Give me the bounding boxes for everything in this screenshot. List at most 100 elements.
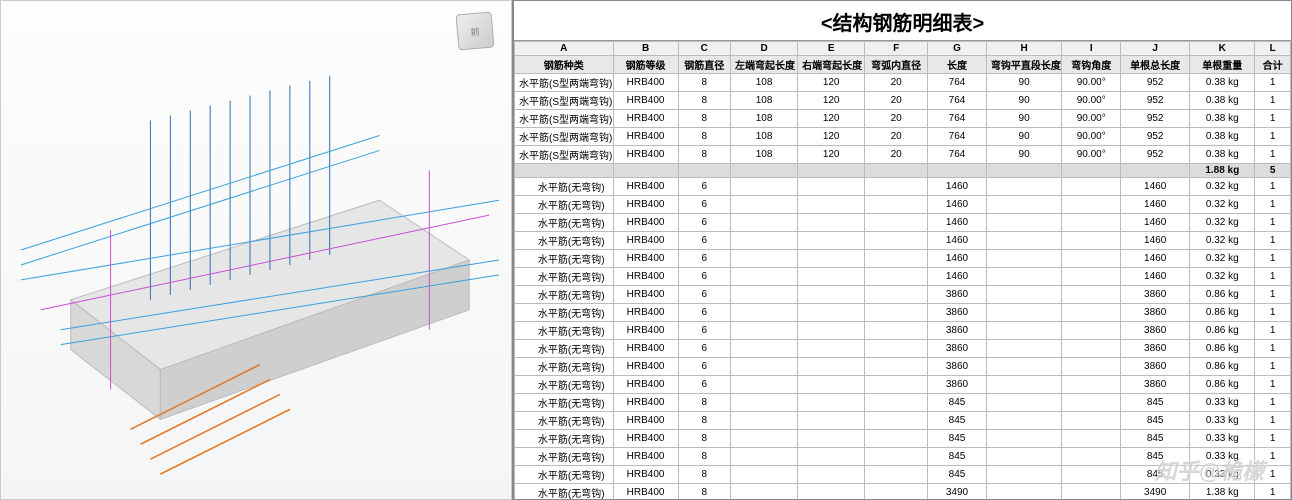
cell-k[interactable]: 0.86 kg [1190, 358, 1255, 376]
cell-h[interactable] [986, 304, 1062, 322]
table-row[interactable]: 水平筋(无弯钩)HRB40088458450.33 kg1 [515, 466, 1291, 484]
cell-k[interactable]: 0.32 kg [1190, 232, 1255, 250]
cell-a[interactable]: 水平筋(无弯钩) [515, 448, 614, 466]
cell-l[interactable]: 1 [1255, 304, 1291, 322]
cell-i[interactable] [1062, 466, 1121, 484]
cell-h[interactable] [986, 250, 1062, 268]
cell-f[interactable] [865, 232, 928, 250]
cell-c[interactable]: 8 [678, 466, 730, 484]
cell-d[interactable] [731, 178, 798, 196]
cell-b[interactable]: HRB400 [613, 376, 678, 394]
col-header[interactable]: 钢筋等级 [613, 56, 678, 74]
cell-l[interactable]: 1 [1255, 466, 1291, 484]
cell-h[interactable] [986, 196, 1062, 214]
cell-b[interactable]: HRB400 [613, 178, 678, 196]
cell-e[interactable] [798, 196, 865, 214]
cell-i[interactable] [1062, 164, 1121, 178]
cell-c[interactable]: 8 [678, 484, 730, 500]
col-letter[interactable]: B [613, 42, 678, 56]
cell-d[interactable]: 108 [731, 74, 798, 92]
cell-g[interactable]: 845 [928, 430, 987, 448]
cell-a[interactable]: 水平筋(S型两端弯钩) [515, 92, 614, 110]
cell-j[interactable]: 845 [1121, 448, 1190, 466]
cell-j[interactable]: 3490 [1121, 484, 1190, 500]
cell-i[interactable] [1062, 322, 1121, 340]
cell-b[interactable]: HRB400 [613, 196, 678, 214]
cell-b[interactable]: HRB400 [613, 110, 678, 128]
col-header[interactable]: 弯钩角度 [1062, 56, 1121, 74]
cell-c[interactable]: 8 [678, 110, 730, 128]
col-letter[interactable]: F [865, 42, 928, 56]
cell-d[interactable] [731, 322, 798, 340]
cell-g[interactable]: 764 [928, 146, 987, 164]
cell-l[interactable]: 1 [1255, 322, 1291, 340]
cell-j[interactable] [1121, 164, 1190, 178]
cell-e[interactable]: 120 [798, 146, 865, 164]
cell-a[interactable]: 水平筋(S型两端弯钩) [515, 110, 614, 128]
table-row[interactable]: 1.88 kg5 [515, 164, 1291, 178]
cell-g[interactable]: 3490 [928, 484, 987, 500]
cell-e[interactable] [798, 448, 865, 466]
cell-d[interactable] [731, 412, 798, 430]
cell-e[interactable] [798, 412, 865, 430]
cell-a[interactable]: 水平筋(无弯钩) [515, 196, 614, 214]
cell-g[interactable]: 845 [928, 412, 987, 430]
cell-c[interactable]: 6 [678, 286, 730, 304]
table-row[interactable]: 水平筋(S型两端弯钩)HRB4008108120207649090.00°952… [515, 92, 1291, 110]
cell-f[interactable] [865, 466, 928, 484]
table-row[interactable]: 水平筋(S型两端弯钩)HRB4008108120207649090.00°952… [515, 146, 1291, 164]
cell-c[interactable]: 6 [678, 358, 730, 376]
cell-k[interactable]: 0.32 kg [1190, 250, 1255, 268]
cell-b[interactable]: HRB400 [613, 268, 678, 286]
cell-k[interactable]: 0.86 kg [1190, 322, 1255, 340]
cell-a[interactable]: 水平筋(无弯钩) [515, 178, 614, 196]
cell-b[interactable]: HRB400 [613, 250, 678, 268]
cell-f[interactable]: 20 [865, 92, 928, 110]
cell-e[interactable] [798, 286, 865, 304]
cell-i[interactable] [1062, 268, 1121, 286]
cell-d[interactable] [731, 214, 798, 232]
cell-e[interactable] [798, 250, 865, 268]
col-letter[interactable]: J [1121, 42, 1190, 56]
cell-a[interactable]: 水平筋(无弯钩) [515, 466, 614, 484]
cell-j[interactable]: 3860 [1121, 340, 1190, 358]
cell-j[interactable]: 1460 [1121, 268, 1190, 286]
cell-f[interactable] [865, 394, 928, 412]
cell-k[interactable]: 1.38 kg [1190, 484, 1255, 500]
cell-h[interactable]: 90 [986, 128, 1062, 146]
cell-b[interactable]: HRB400 [613, 232, 678, 250]
cell-h[interactable]: 90 [986, 146, 1062, 164]
cell-d[interactable] [731, 466, 798, 484]
cell-g[interactable]: 3860 [928, 376, 987, 394]
cell-h[interactable] [986, 376, 1062, 394]
cell-a[interactable]: 水平筋(无弯钩) [515, 394, 614, 412]
cell-c[interactable]: 6 [678, 268, 730, 286]
cell-c[interactable] [678, 164, 730, 178]
cell-a[interactable]: 水平筋(无弯钩) [515, 412, 614, 430]
cell-b[interactable]: HRB400 [613, 214, 678, 232]
cell-a[interactable]: 水平筋(无弯钩) [515, 286, 614, 304]
cell-j[interactable]: 845 [1121, 394, 1190, 412]
cell-e[interactable] [798, 376, 865, 394]
col-header[interactable]: 右端弯起长度 [798, 56, 865, 74]
cell-l[interactable]: 1 [1255, 74, 1291, 92]
cell-k[interactable]: 0.38 kg [1190, 146, 1255, 164]
cell-k[interactable]: 0.86 kg [1190, 304, 1255, 322]
col-letter[interactable]: C [678, 42, 730, 56]
table-row[interactable]: 水平筋(无弯钩)HRB4006146014600.32 kg1 [515, 268, 1291, 286]
cell-i[interactable] [1062, 286, 1121, 304]
cell-j[interactable]: 3860 [1121, 286, 1190, 304]
cell-c[interactable]: 8 [678, 394, 730, 412]
cell-e[interactable] [798, 214, 865, 232]
cell-l[interactable]: 1 [1255, 178, 1291, 196]
cell-c[interactable]: 6 [678, 232, 730, 250]
cell-b[interactable]: HRB400 [613, 146, 678, 164]
col-letter[interactable]: I [1062, 42, 1121, 56]
cell-c[interactable]: 8 [678, 146, 730, 164]
cell-f[interactable] [865, 214, 928, 232]
table-row[interactable]: 水平筋(无弯钩)HRB4006386038600.86 kg1 [515, 358, 1291, 376]
cell-k[interactable]: 0.32 kg [1190, 268, 1255, 286]
cell-h[interactable] [986, 268, 1062, 286]
cell-b[interactable]: HRB400 [613, 74, 678, 92]
cell-g[interactable]: 1460 [928, 178, 987, 196]
